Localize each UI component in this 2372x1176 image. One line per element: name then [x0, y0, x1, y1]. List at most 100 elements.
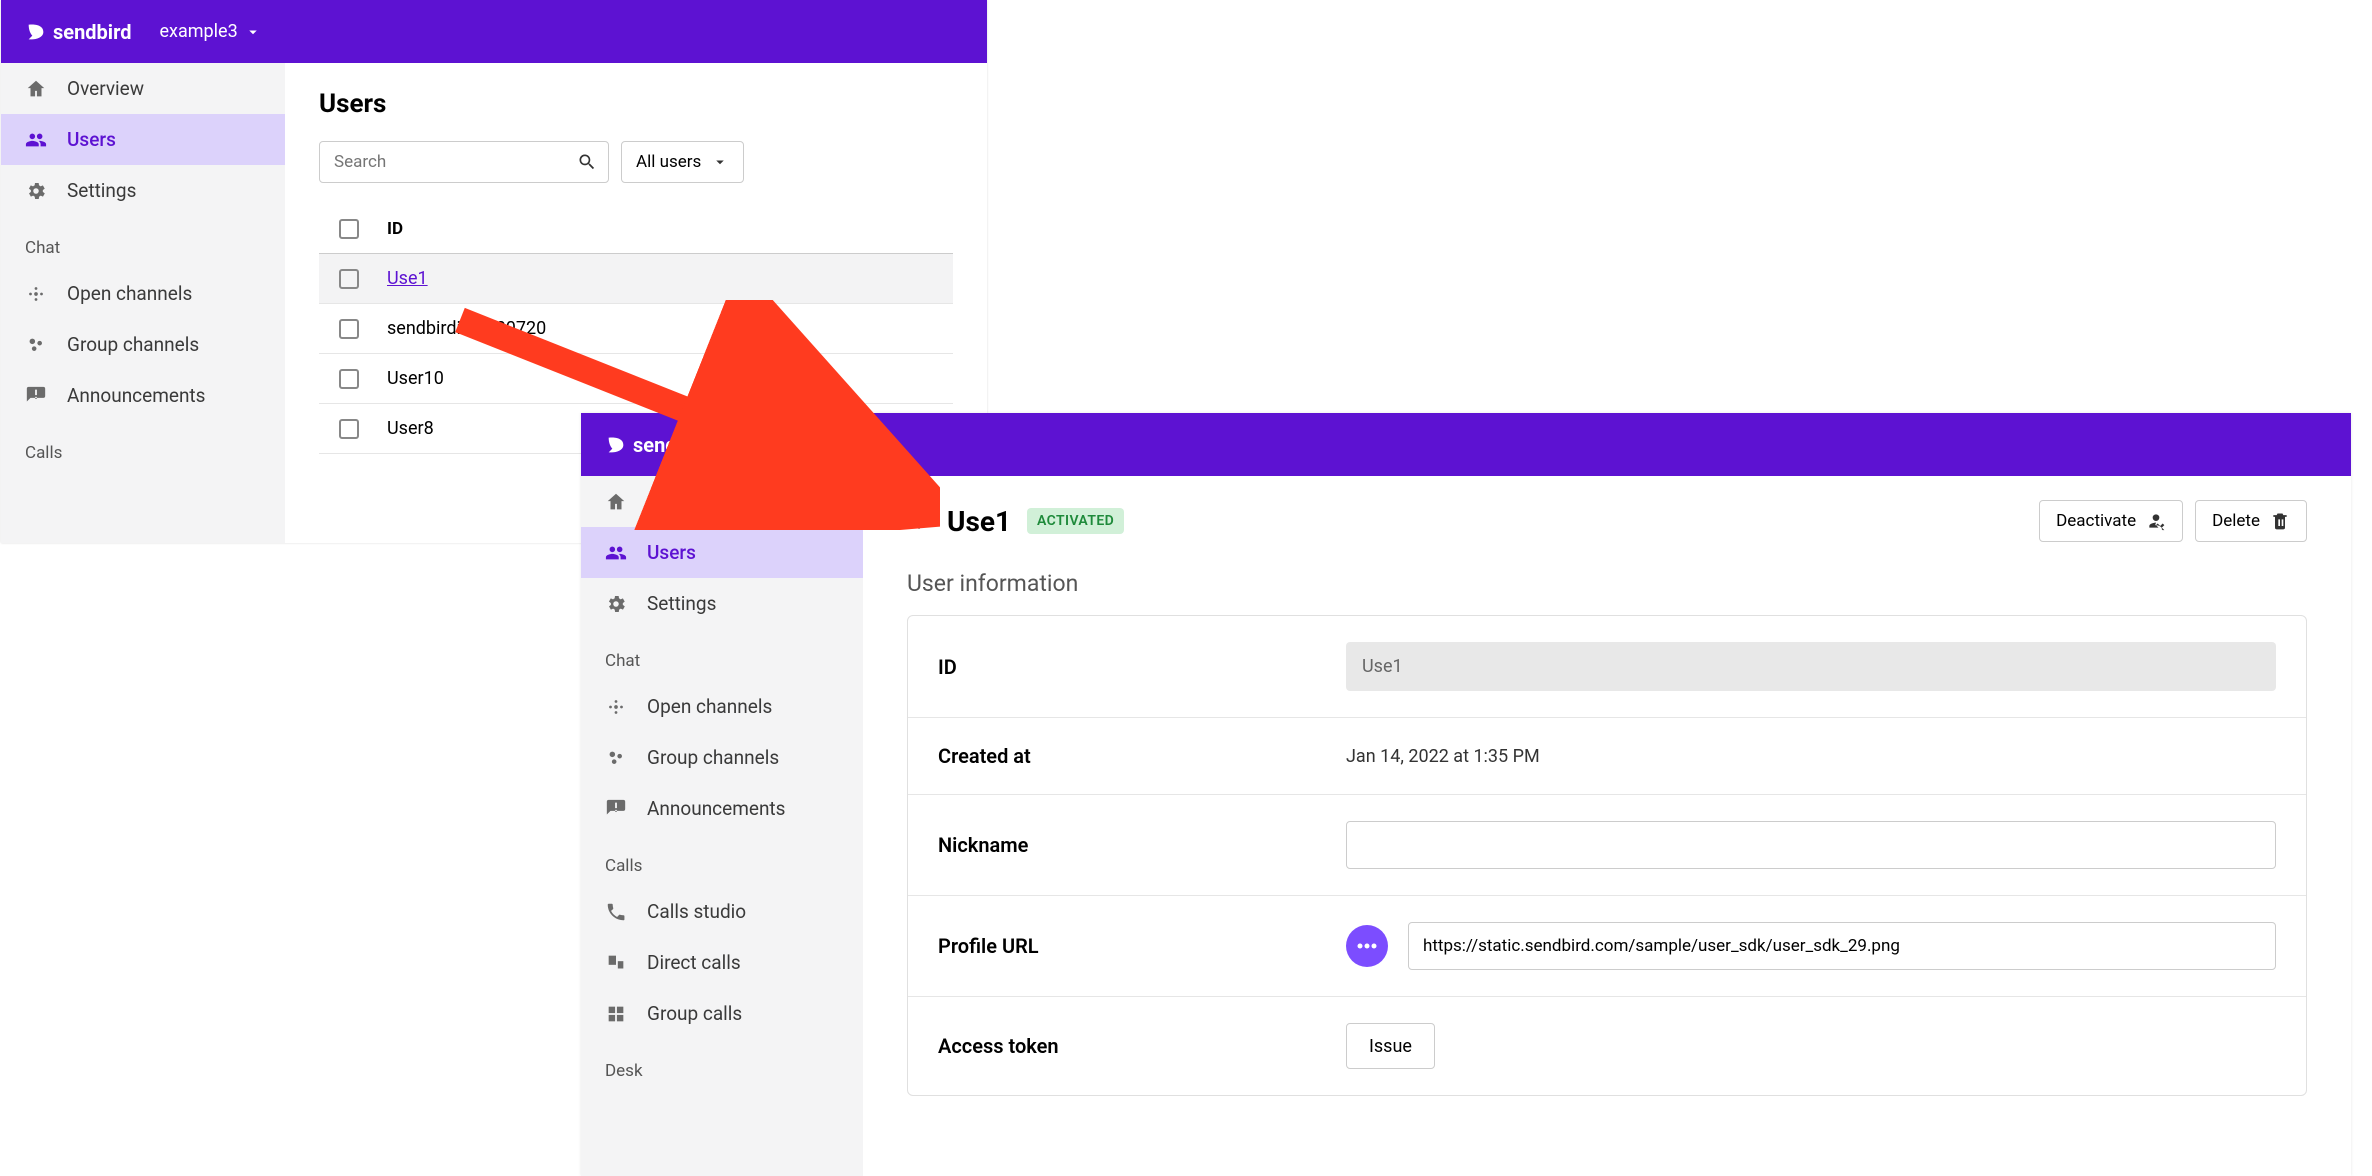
- info-row-created: Created at Jan 14, 2022 at 1:35 PM: [908, 718, 2306, 795]
- label-created: Created at: [938, 744, 1346, 768]
- row-checkbox[interactable]: [339, 419, 359, 439]
- sidebar-item-label: Announcements: [647, 797, 785, 820]
- header: sendbird example3: [581, 413, 2351, 476]
- sidebar-item-label: Overview: [67, 77, 144, 100]
- deactivate-label: Deactivate: [2056, 511, 2136, 531]
- back-arrow-icon[interactable]: [907, 509, 931, 533]
- sidebar-item-open-channels[interactable]: Open channels: [581, 681, 863, 732]
- sidebar-item-label: Overview: [647, 490, 724, 513]
- toolbar: All users: [319, 141, 953, 183]
- user-id: User8: [387, 418, 434, 439]
- detail-topbar: Use1 ACTIVATED Deactivate Delete: [907, 500, 2307, 542]
- sidebar-item-label: Users: [67, 128, 116, 151]
- sidebar-item-settings[interactable]: Settings: [581, 578, 863, 629]
- sidebar-section-desk: Desk: [581, 1039, 863, 1091]
- search-wrap: [319, 141, 609, 183]
- user-link[interactable]: Use1: [387, 268, 428, 289]
- sidebar-item-announcements[interactable]: Announcements: [581, 783, 863, 834]
- chevron-down-icon: [711, 153, 729, 171]
- page-title: Users: [319, 89, 953, 119]
- brand-name: sendbird: [53, 20, 132, 44]
- sidebar-item-announcements[interactable]: Announcements: [1, 370, 285, 421]
- detail-panel: sendbird example3 Overview Users Setting…: [581, 413, 2351, 1176]
- open-channels-icon: [605, 696, 627, 718]
- table-row[interactable]: sendbirdian-200720: [319, 304, 953, 354]
- table-row[interactable]: User10: [319, 354, 953, 404]
- app-switcher[interactable]: example3: [740, 434, 842, 455]
- announcements-icon: [25, 385, 47, 407]
- row-checkbox[interactable]: [339, 319, 359, 339]
- brand: sendbird: [25, 20, 132, 44]
- chat-bubble-icon: [1355, 938, 1379, 954]
- info-row-id: ID Use1: [908, 616, 2306, 718]
- group-calls-icon: [605, 1003, 627, 1025]
- sidebar-item-label: Group calls: [647, 1002, 742, 1025]
- sidebar-item-label: Open channels: [647, 695, 772, 718]
- open-channels-icon: [25, 283, 47, 305]
- sidebar-item-label: Calls studio: [647, 900, 746, 923]
- label-id: ID: [938, 655, 1346, 679]
- group-channels-icon: [25, 334, 47, 356]
- nickname-input[interactable]: [1346, 821, 2276, 869]
- chevron-down-icon: [824, 436, 842, 454]
- detail-title: Use1: [947, 505, 1011, 538]
- delete-button[interactable]: Delete: [2195, 500, 2307, 542]
- group-channels-icon: [605, 747, 627, 769]
- label-token: Access token: [938, 1034, 1346, 1058]
- profile-url-input[interactable]: [1408, 922, 2276, 970]
- sidebar-item-label: Open channels: [67, 282, 192, 305]
- app-switcher[interactable]: example3: [160, 21, 262, 42]
- sidebar-item-label: Settings: [647, 592, 716, 615]
- issue-button[interactable]: Issue: [1346, 1023, 1435, 1069]
- value-id: Use1: [1346, 642, 2276, 691]
- sidebar: Overview Users Settings Chat Open channe…: [581, 476, 863, 1176]
- info-row-nickname: Nickname: [908, 795, 2306, 896]
- section-title: User information: [907, 570, 2307, 597]
- label-nickname: Nickname: [938, 833, 1346, 857]
- phone-icon: [605, 901, 627, 923]
- sidebar-section-calls: Calls: [581, 834, 863, 886]
- home-icon: [605, 491, 627, 513]
- sidebar-item-group-channels[interactable]: Group channels: [1, 319, 285, 370]
- row-checkbox[interactable]: [339, 269, 359, 289]
- info-card: ID Use1 Created at Jan 14, 2022 at 1:35 …: [907, 615, 2307, 1096]
- user-id: User10: [387, 368, 444, 389]
- sidebar-section-chat: Chat: [1, 216, 285, 268]
- sidebar-item-group-calls[interactable]: Group calls: [581, 988, 863, 1039]
- sidebar-item-users[interactable]: Users: [581, 527, 863, 578]
- table-header: ID: [319, 205, 953, 254]
- announcements-icon: [605, 798, 627, 820]
- trash-icon: [2270, 511, 2290, 531]
- header: sendbird example3: [1, 0, 987, 63]
- status-badge: ACTIVATED: [1027, 508, 1124, 534]
- search-input[interactable]: [319, 141, 609, 183]
- sidebar-item-group-channels[interactable]: Group channels: [581, 732, 863, 783]
- sidebar-item-label: Group channels: [647, 746, 779, 769]
- sidebar-item-overview[interactable]: Overview: [581, 476, 863, 527]
- sidebar-item-direct-calls[interactable]: Direct calls: [581, 937, 863, 988]
- label-profile: Profile URL: [938, 934, 1346, 958]
- sidebar-item-users[interactable]: Users: [1, 114, 285, 165]
- sidebar-item-label: Direct calls: [647, 951, 741, 974]
- row-checkbox[interactable]: [339, 369, 359, 389]
- sidebar-item-label: Users: [647, 541, 696, 564]
- filter-dropdown[interactable]: All users: [621, 141, 744, 183]
- search-icon: [577, 152, 597, 172]
- deactivate-button[interactable]: Deactivate: [2039, 500, 2183, 542]
- home-icon: [25, 78, 47, 100]
- sidebar-item-calls-studio[interactable]: Calls studio: [581, 886, 863, 937]
- select-all-checkbox[interactable]: [339, 219, 359, 239]
- table-row[interactable]: Use1: [319, 254, 953, 304]
- sidebar-item-settings[interactable]: Settings: [1, 165, 285, 216]
- user-off-icon: [2146, 511, 2166, 531]
- value-created: Jan 14, 2022 at 1:35 PM: [1346, 746, 2276, 767]
- brand-logo-icon: [25, 21, 47, 43]
- brand-name: sendbird: [633, 433, 712, 457]
- info-row-token: Access token Issue: [908, 997, 2306, 1095]
- brand-logo-icon: [605, 434, 627, 456]
- info-row-profile: Profile URL: [908, 896, 2306, 997]
- sidebar-section-calls: Calls: [1, 421, 285, 473]
- col-id: ID: [387, 219, 403, 239]
- sidebar-item-open-channels[interactable]: Open channels: [1, 268, 285, 319]
- sidebar-item-overview[interactable]: Overview: [1, 63, 285, 114]
